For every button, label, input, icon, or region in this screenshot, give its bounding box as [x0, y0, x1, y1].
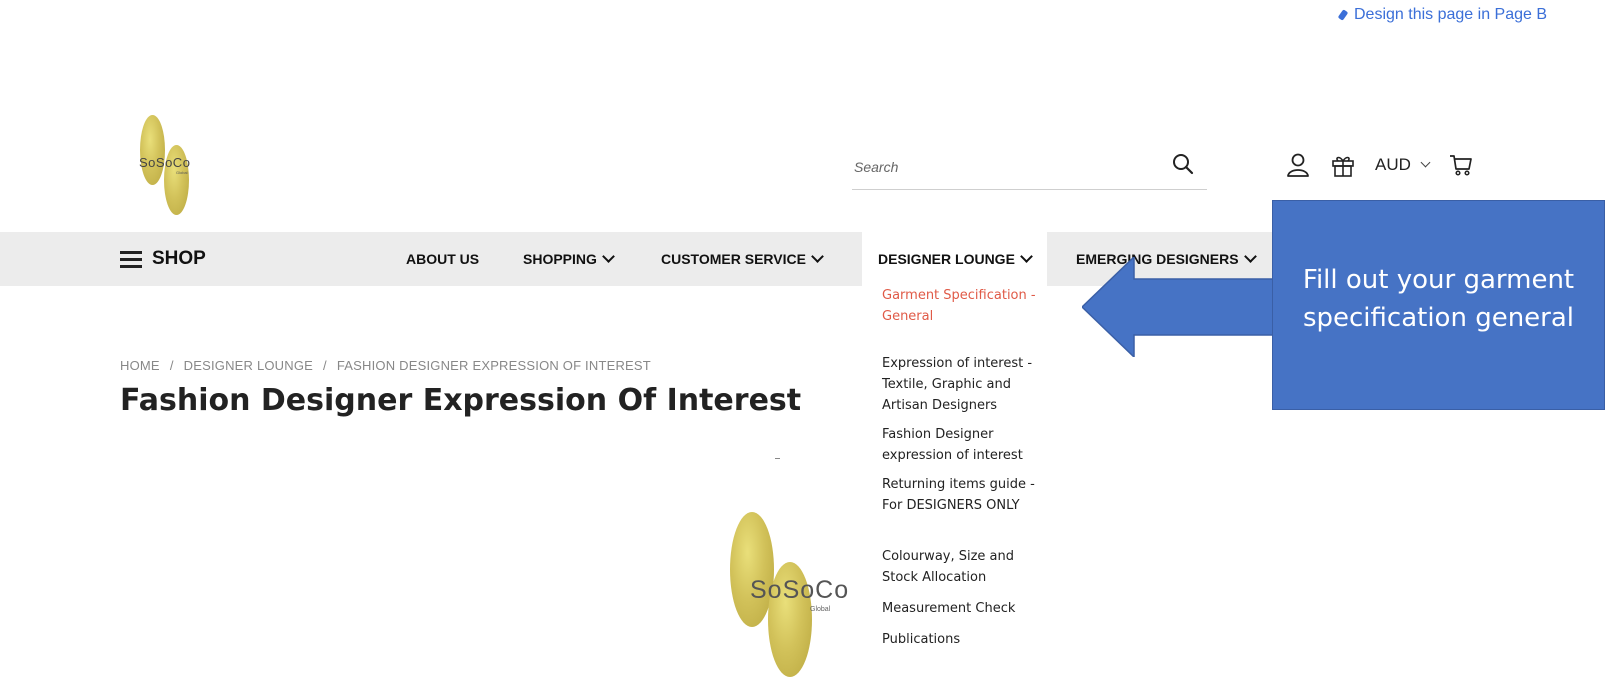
nav-item-label: SHOPPING [523, 251, 597, 267]
designer-lounge-dropdown: Garment Specification - General Expressi… [862, 286, 1052, 681]
chevron-down-icon [602, 250, 615, 263]
annotation-text: Fill out your garment specification gene… [1273, 261, 1604, 337]
nav-item-label: CUSTOMER SERVICE [661, 251, 806, 267]
breadcrumb-separator: / [169, 358, 174, 373]
search-bar [852, 145, 1207, 190]
chevron-down-icon [1420, 157, 1431, 168]
dropdown-item-colourway[interactable]: Colourway, Size and Stock Allocation [882, 546, 1037, 588]
callout-arrow-icon [1082, 257, 1277, 357]
dropdown-item-expression-textile[interactable]: Expression of interest - Textile, Graphi… [882, 353, 1037, 416]
breadcrumb-designer-lounge[interactable]: DESIGNER LOUNGE [184, 358, 313, 373]
shop-menu-button[interactable]: SHOP [120, 232, 206, 286]
breadcrumb: HOME / DESIGNER LOUNGE / FASHION DESIGNER EX… [120, 358, 651, 373]
annotation-callout: Fill out your garment specification gene… [1272, 200, 1605, 410]
dropdown-item-fashion-designer-eoi[interactable]: Fashion Designer expression of interest [882, 424, 1037, 466]
chevron-down-icon [811, 250, 824, 263]
logo-text: SoSoCo [750, 576, 850, 604]
design-page-link-label: Design this page in Page B [1354, 6, 1548, 23]
site-logo[interactable]: SoSoCo Global [136, 115, 226, 220]
logo-subtext: Global [810, 606, 831, 613]
search-input[interactable] [852, 151, 1156, 183]
nav-item-customer-service[interactable]: CUSTOMER SERVICE [661, 232, 824, 286]
dropdown-item-garment-specification[interactable]: Garment Specification - General [882, 285, 1037, 327]
dropdown-item-measurement-check[interactable]: Measurement Check [882, 598, 1037, 619]
logo-text: SoSoCo [139, 155, 191, 170]
gift-icon[interactable] [1330, 152, 1356, 178]
currency-selector[interactable]: AUD [1375, 155, 1431, 175]
design-page-link[interactable]: Design this page in Page B [1337, 6, 1548, 24]
shop-label: SHOP [152, 248, 206, 269]
brush-icon [1337, 8, 1349, 21]
divider [775, 458, 780, 459]
cart-icon[interactable] [1448, 152, 1474, 178]
search-icon[interactable] [1171, 152, 1195, 176]
page-title: Fashion Designer Expression Of Interest [120, 383, 802, 418]
user-account-icon[interactable] [1285, 152, 1311, 178]
brand-logo-image: SoSoCo Global [730, 512, 880, 677]
nav-item-designer-lounge[interactable]: DESIGNER LOUNGE [862, 232, 1047, 286]
dropdown-item-returning-items[interactable]: Returning items guide - For DESIGNERS ON… [882, 474, 1037, 516]
currency-label: AUD [1375, 155, 1411, 174]
breadcrumb-home[interactable]: HOME [120, 358, 160, 373]
breadcrumb-separator: / [323, 358, 327, 373]
logo-subtext: Global [176, 170, 188, 175]
hamburger-icon [120, 251, 142, 268]
breadcrumb-current: FASHION DESIGNER EXPRESSION OF INTEREST [336, 358, 651, 373]
nav-item-label: ABOUT US [406, 251, 480, 267]
nav-item-shopping[interactable]: SHOPPING [523, 232, 615, 286]
nav-item-label: DESIGNER LOUNGE [878, 251, 1015, 267]
dropdown-item-publications[interactable]: Publications [882, 629, 1037, 650]
annotation-line-2: specification general [1302, 303, 1575, 333]
chevron-down-icon [1020, 250, 1033, 263]
logo-oval-left [140, 115, 165, 185]
nav-item-about-us[interactable]: ABOUT US [406, 232, 479, 286]
annotation-line-1: Fill out your garment [1302, 265, 1575, 295]
